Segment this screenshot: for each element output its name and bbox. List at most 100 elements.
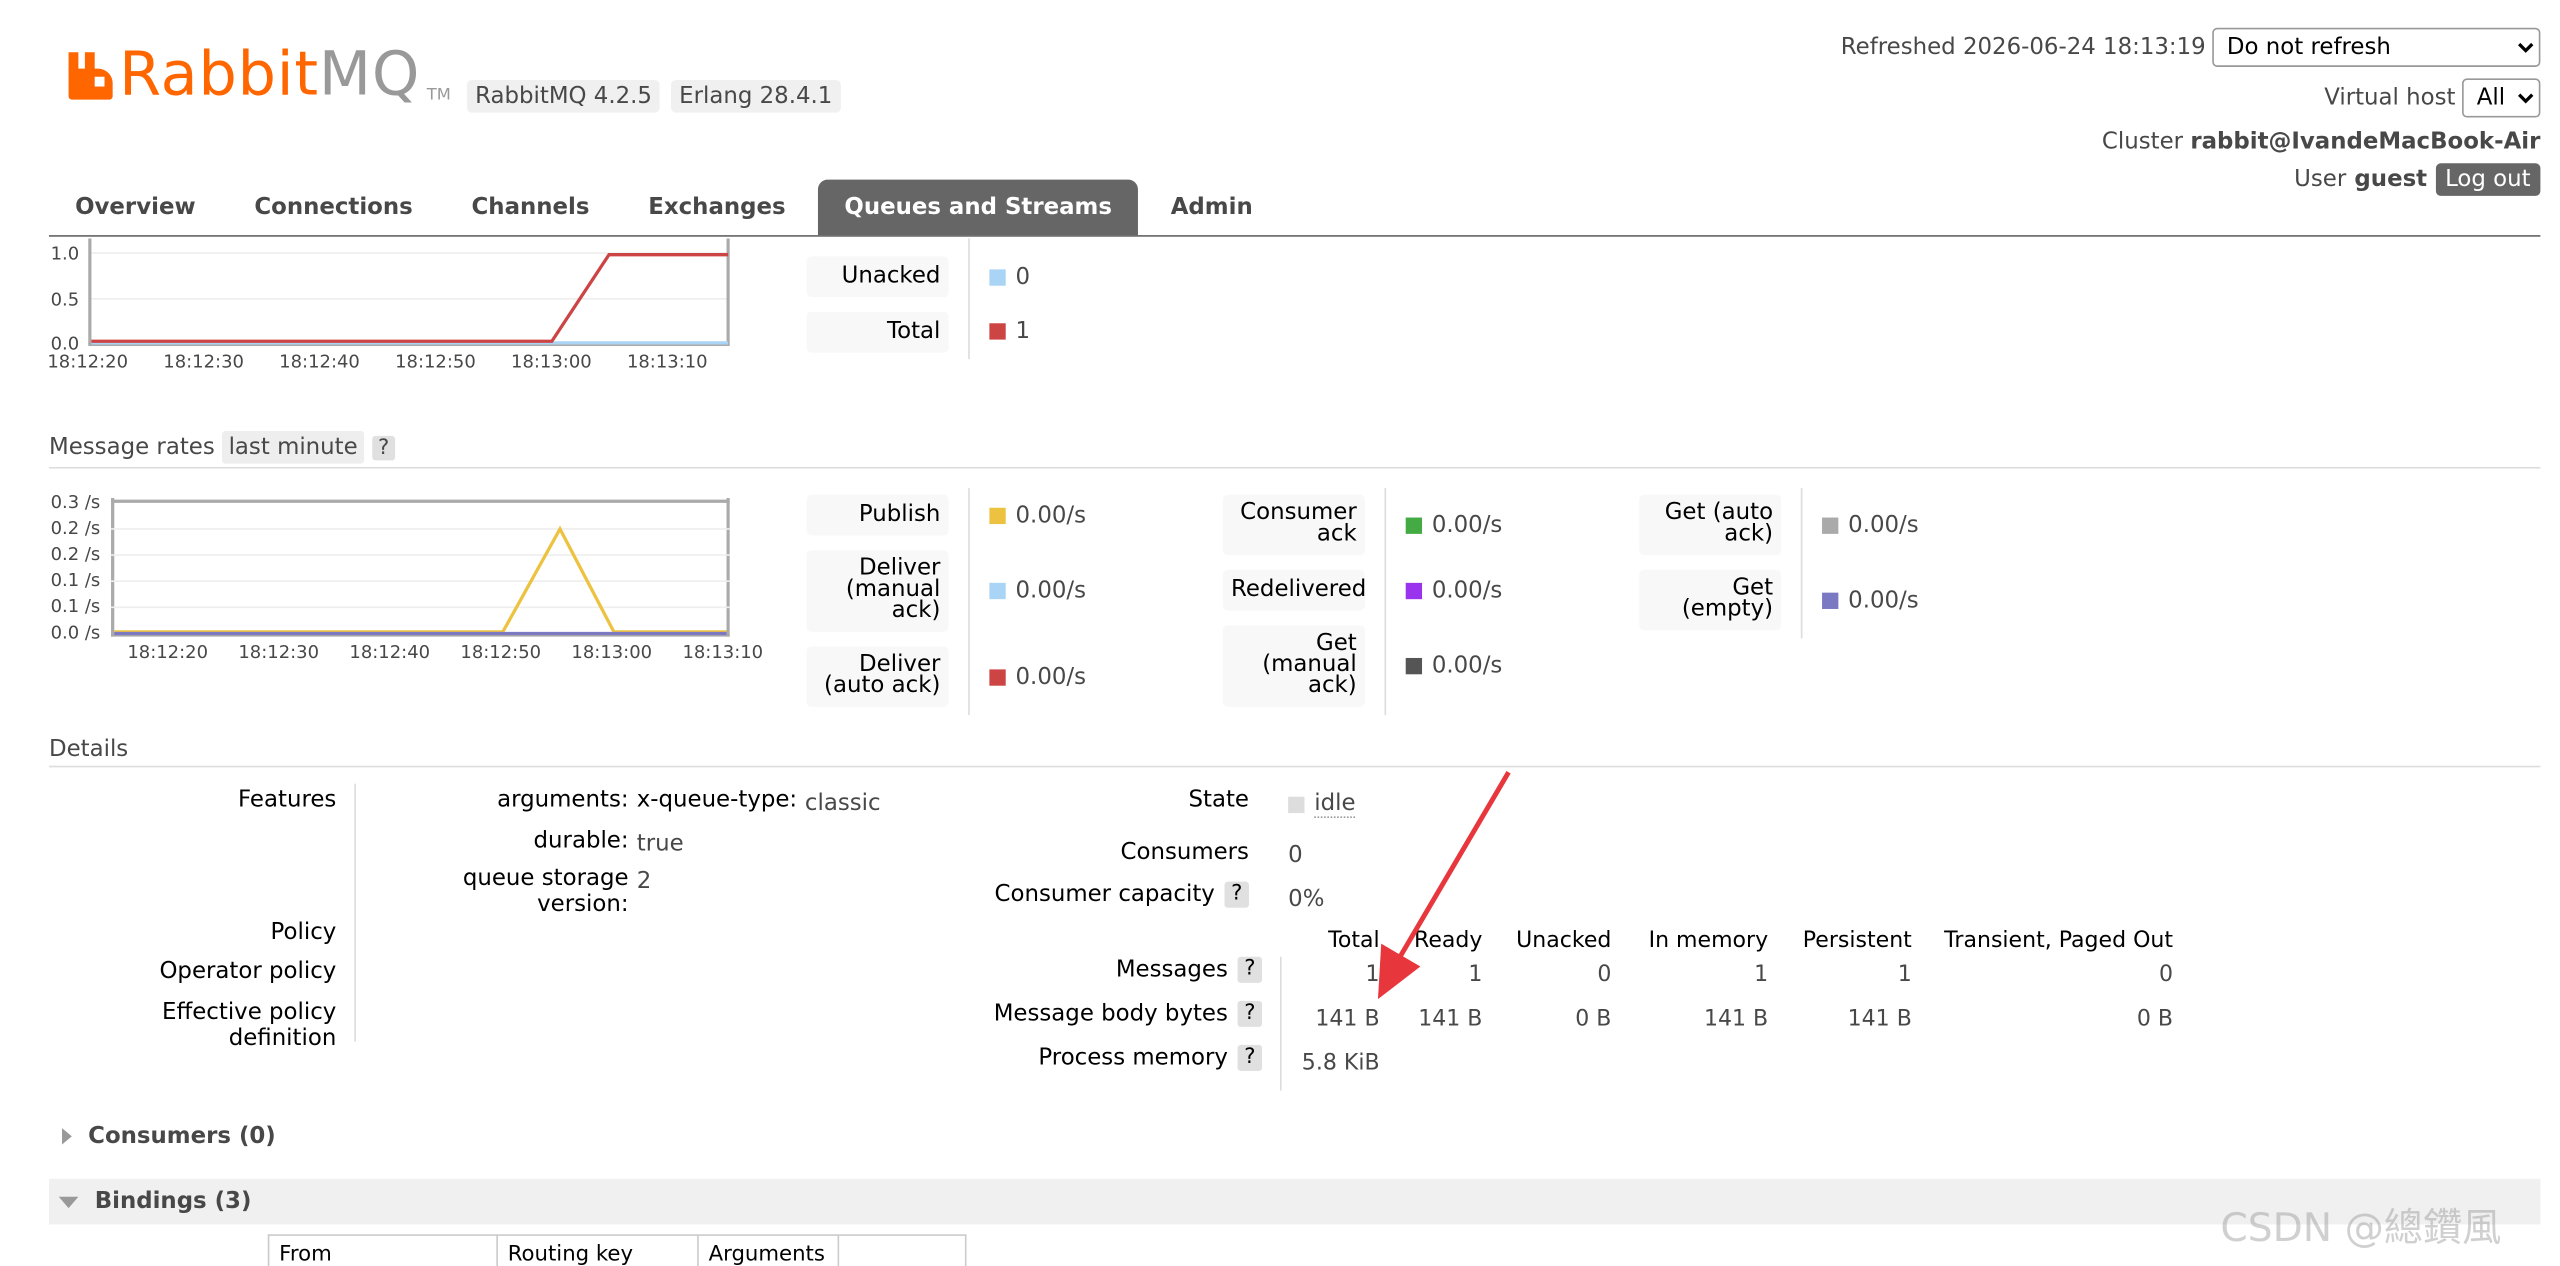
legend-divider: [1800, 488, 1803, 639]
refreshed-label: Refreshed 2026-06-24 18:13:19: [1840, 34, 2206, 61]
legend-deliver-manual-label: Deliver (manual ack): [806, 550, 949, 632]
idle-state-icon: [1288, 795, 1305, 813]
tab-channels[interactable]: Channels: [445, 180, 615, 236]
legend-get-manual-label: Get (manual ack): [1222, 625, 1365, 707]
messages-label: Messages: [1115, 956, 1228, 983]
features-label: Features: [238, 786, 337, 814]
message-rates-title: Message rates: [48, 434, 215, 461]
main-nav-tabs: Overview Connections Channels Exchanges …: [48, 179, 2541, 237]
cluster-row: Cluster rabbit@IvandeMacBook-Air: [2102, 129, 2540, 155]
messages-persistent: 1: [1897, 961, 1912, 988]
queued-x-tick: 18:12:40: [279, 351, 360, 373]
storage-version-label: queue storage version:: [462, 865, 629, 918]
operator-policy-label: Operator policy: [159, 958, 337, 985]
rates-range-select[interactable]: last minute: [222, 431, 365, 464]
col-transient: Transient, Paged Out: [1944, 927, 2174, 954]
bindings-col-from: From: [267, 1234, 498, 1266]
legend-unacked-label: Unacked: [806, 256, 949, 298]
consumer-capacity-row: Consumer capacity?: [980, 881, 1249, 908]
bindings-table: From Routing key Arguments: [267, 1234, 967, 1266]
queued-messages-chart: [88, 238, 730, 347]
consumer-capacity-help[interactable]: ?: [1224, 881, 1249, 908]
watermark-text: CSDN @總鑽風: [2220, 1204, 2502, 1251]
legend-publish-label: Publish: [806, 494, 949, 536]
tab-admin[interactable]: Admin: [1145, 180, 1279, 236]
total-swatch: [989, 323, 1006, 340]
legend-consumer-ack-label: Consumer ack: [1222, 494, 1365, 556]
erlang-version-badge: Erlang 28.4.1: [671, 79, 841, 113]
unacked-swatch: [989, 269, 1006, 286]
section-divider: [48, 466, 2541, 469]
state-value: idle: [1288, 790, 1356, 818]
legend-redelivered-label: Redelivered: [1222, 569, 1366, 611]
queued-y-tick: 0.5: [50, 288, 80, 311]
refresh-row: Refreshed 2026-06-24 18:13:19 Do not ref…: [1840, 27, 2541, 67]
policy-label: Policy: [270, 919, 337, 946]
tab-queues-and-streams[interactable]: Queues and Streams: [818, 179, 1139, 236]
body-bytes-help[interactable]: ?: [1237, 1000, 1263, 1027]
arg-key: x-queue-type:: [636, 786, 798, 814]
rabbit-logo-icon: [68, 52, 113, 100]
details-title: Details: [48, 736, 129, 763]
rates-y-tick: 0.2 /s: [50, 517, 101, 539]
table-row: From Routing key Arguments: [267, 1234, 967, 1266]
consumers-section-title: Consumers (0): [88, 1122, 276, 1149]
publish-swatch: [989, 507, 1006, 525]
durable-value: true: [636, 831, 684, 858]
state-label: State: [1188, 786, 1249, 814]
rabbitmq-logo[interactable]: RabbitMQ TM: [65, 42, 451, 107]
storage-version-value: 2: [636, 868, 652, 895]
arg-value: classic: [804, 790, 881, 817]
details-divider: [354, 783, 356, 1042]
queued-x-tick: 18:12:20: [47, 351, 129, 373]
queued-x-tick: 18:13:10: [626, 351, 708, 373]
rates-y-tick: 0.1 /s: [50, 569, 101, 592]
refresh-select[interactable]: Do not refresh: [2212, 27, 2541, 67]
get-empty-swatch: [1822, 592, 1839, 609]
legend-total-label: Total: [806, 311, 949, 353]
legend-total-value: 1: [989, 318, 1030, 344]
queued-y-tick: 1.0: [50, 243, 80, 265]
rates-x-tick: 18:13:00: [571, 641, 653, 663]
vhost-row: Virtual host All: [2324, 78, 2541, 118]
consumer-capacity-label: Consumer capacity: [994, 881, 1215, 908]
consumers-value: 0: [1288, 842, 1303, 869]
legend-get-empty-label: Get (empty): [1639, 569, 1782, 631]
cluster-label: Cluster: [2101, 128, 2184, 156]
tab-exchanges[interactable]: Exchanges: [622, 180, 812, 236]
logo-trademark: TM: [426, 86, 451, 105]
messages-help[interactable]: ?: [1237, 956, 1263, 983]
queued-x-tick: 18:12:30: [163, 351, 244, 373]
legend-deliver-manual-value: 0.00/s: [989, 578, 1086, 604]
vhost-label: Virtual host: [2324, 84, 2456, 112]
consumers-label: Consumers: [1120, 839, 1249, 866]
rates-help-button[interactable]: ?: [371, 436, 396, 461]
bindings-section-toggle[interactable]: Bindings (3): [48, 1178, 2541, 1225]
bindings-col-routing-key: Routing key: [496, 1234, 699, 1266]
bindings-col-arguments: Arguments: [697, 1234, 840, 1266]
col-in-memory: In memory: [1648, 927, 1769, 954]
tab-connections[interactable]: Connections: [228, 180, 439, 236]
bytes-transient: 0 B: [2136, 1005, 2174, 1032]
vhost-select[interactable]: All: [2462, 78, 2541, 118]
process-memory-label: Process memory: [1038, 1044, 1228, 1072]
tab-overview[interactable]: Overview: [49, 180, 222, 236]
legend-consumer-ack-value: 0.00/s: [1405, 513, 1502, 539]
process-memory-value: 5.8 KiB: [1301, 1049, 1380, 1076]
consumers-section-toggle[interactable]: Consumers (0): [49, 1115, 2540, 1156]
rates-x-tick: 18:12:20: [127, 641, 209, 663]
consumer-capacity-value: 0%: [1288, 886, 1325, 913]
chevron-right-icon: [62, 1127, 72, 1144]
legend-divider: [968, 238, 970, 360]
col-persistent: Persistent: [1802, 927, 1912, 954]
legend-deliver-auto-value: 0.00/s: [989, 664, 1086, 691]
deliver-auto-swatch: [989, 669, 1006, 686]
queued-x-tick: 18:13:00: [511, 351, 592, 373]
annotation-arrow-icon: [1377, 771, 1511, 1000]
effective-policy-label: Effective policy definition: [162, 999, 337, 1052]
process-memory-help[interactable]: ?: [1237, 1044, 1263, 1072]
rates-y-tick: 0.2 /s: [50, 543, 101, 565]
messages-in-memory: 1: [1754, 961, 1769, 988]
get-manual-swatch: [1405, 657, 1423, 675]
legend-get-manual-value: 0.00/s: [1405, 653, 1502, 679]
